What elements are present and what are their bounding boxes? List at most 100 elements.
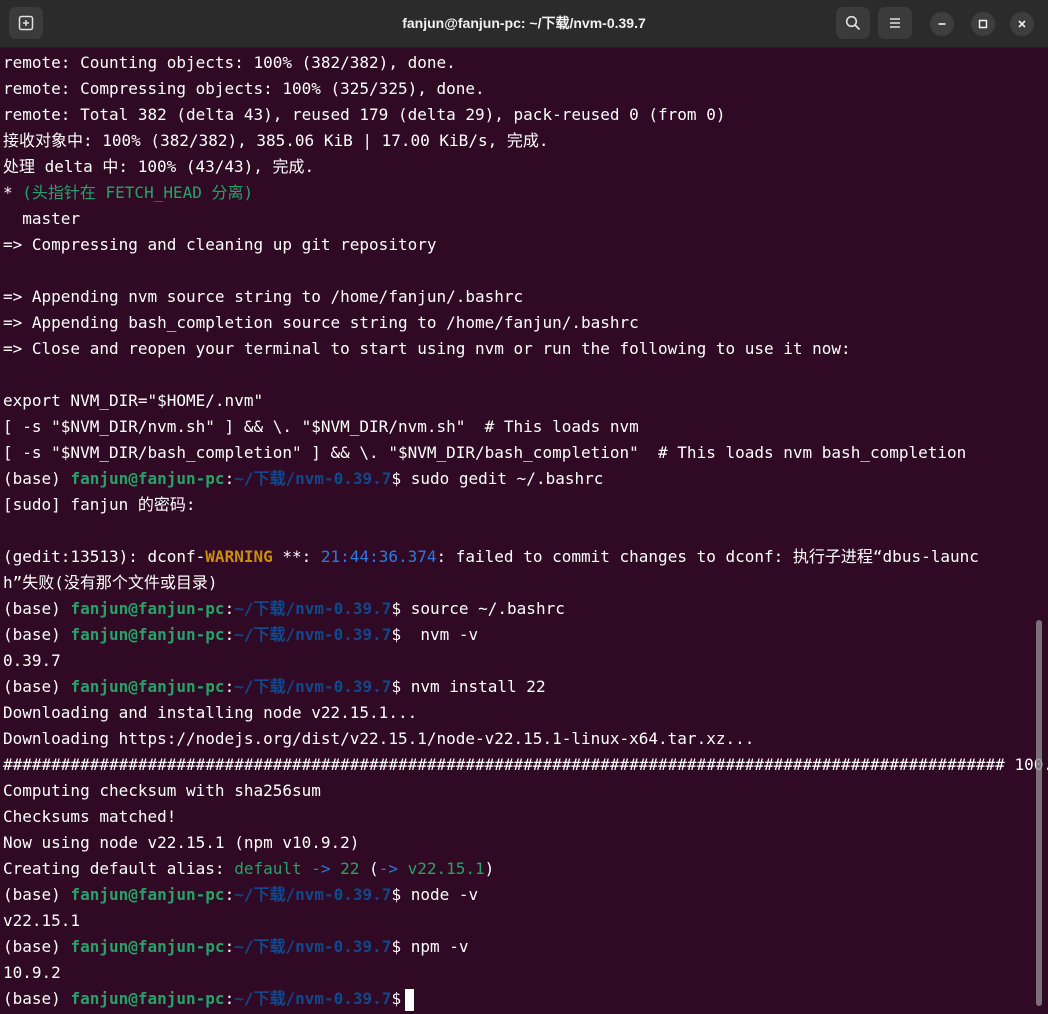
alias-prefix: Creating default alias:: [3, 859, 235, 878]
download-progress-line: ########################################…: [3, 755, 1048, 774]
output-line: Downloading and installing node v22.15.1…: [3, 703, 418, 722]
output-line: * (头指针在 FETCH_HEAD 分离): [3, 180, 253, 206]
command-text: npm -v: [401, 937, 469, 956]
alias-arrow: ->: [301, 859, 341, 878]
prompt-path: ~/下载/nvm-0.39.7: [234, 885, 392, 904]
prompt-path: ~/下载/nvm-0.39.7: [234, 599, 392, 618]
close-button[interactable]: [1010, 12, 1034, 36]
output-line: => Close and reopen your terminal to sta…: [3, 339, 851, 358]
prompt-path: ~/下载/nvm-0.39.7: [234, 937, 392, 956]
output-line: (gedit:13513): dconf-WARNING **: 21:44:3…: [3, 544, 979, 570]
search-icon: [845, 15, 861, 31]
detached-head-text: (头指针在 FETCH_HEAD 分离): [22, 183, 254, 202]
prompt-line: (base) fanjun@fanjun-pc:~/下载/nvm-0.39.7$…: [3, 882, 478, 908]
output-line: => Appending nvm source string to /home/…: [3, 287, 524, 306]
output-line: export NVM_DIR="$HOME/.nvm": [3, 391, 264, 410]
output-line: 0.39.7: [3, 651, 61, 670]
output-line: remote: Counting objects: 100% (382/382)…: [3, 53, 456, 72]
output-line: h”失败(没有那个文件或目录): [3, 573, 218, 592]
prompt-user-host: fanjun@fanjun-pc: [70, 989, 225, 1008]
output-line: => Appending bash_completion source stri…: [3, 313, 639, 332]
prompt-env: (base): [3, 599, 71, 618]
titlebar[interactable]: fanjun@fanjun-pc: ~/下载/nvm-0.39.7: [0, 0, 1048, 48]
prompt-path: ~/下载/nvm-0.39.7: [234, 989, 392, 1008]
output-line: Creating default alias: default -> 22 (-…: [3, 856, 494, 882]
prompt-colon: :: [224, 989, 235, 1008]
prompt-env: (base): [3, 677, 71, 696]
prompt-dollar: $: [391, 599, 402, 618]
prompt-env: (base): [3, 885, 71, 904]
terminal-output[interactable]: remote: Counting objects: 100% (382/382)…: [0, 48, 1048, 1014]
command-text: source ~/.bashrc: [401, 599, 565, 618]
warning-label: WARNING: [205, 547, 273, 566]
prompt-user-host: fanjun@fanjun-pc: [70, 885, 225, 904]
menu-button[interactable]: [878, 7, 912, 39]
output-line: Now using node v22.15.1 (npm v10.9.2): [3, 833, 360, 852]
prompt-env: (base): [3, 989, 71, 1008]
prompt-dollar: $: [391, 937, 402, 956]
prompt-dollar: $: [391, 677, 402, 696]
output-line: remote: Compressing objects: 100% (325/3…: [3, 79, 485, 98]
prompt-env: (base): [3, 625, 71, 644]
minimize-button[interactable]: [930, 12, 954, 36]
hamburger-menu-icon: [890, 18, 900, 28]
prompt-dollar: $: [391, 989, 402, 1008]
prompt-path: ~/下载/nvm-0.39.7: [234, 677, 392, 696]
command-text: nvm install 22: [401, 677, 546, 696]
prompt-colon: :: [224, 677, 235, 696]
output-line: 10.9.2: [3, 963, 61, 982]
prompt-user-host: fanjun@fanjun-pc: [70, 625, 225, 644]
text-cursor[interactable]: [405, 988, 415, 1011]
warning-stars: **:: [272, 547, 321, 566]
alias-paren-open: (: [359, 859, 379, 878]
output-line: 接收对象中: 100% (382/382), 385.06 KiB | 17.0…: [3, 131, 549, 150]
terminal-scrollbar[interactable]: [1036, 620, 1042, 1006]
maximize-button[interactable]: [971, 12, 995, 36]
prompt-env: (base): [3, 937, 71, 956]
output-line: Checksums matched!: [3, 807, 177, 826]
prompt-line: (base) fanjun@fanjun-pc:~/下载/nvm-0.39.7$…: [3, 596, 565, 622]
prompt-dollar: $: [391, 625, 402, 644]
close-icon: [1018, 20, 1026, 28]
command-text: sudo gedit ~/.bashrc: [401, 469, 604, 488]
prompt-env: (base): [3, 469, 71, 488]
maximize-icon: [978, 19, 988, 29]
minimize-icon: [938, 23, 946, 25]
command-text: nvm -v: [401, 625, 479, 644]
alias-arrow2: ->: [378, 859, 408, 878]
terminal-window: fanjun@fanjun-pc: ~/下载/nvm-0.39.7 remote…: [0, 0, 1048, 1014]
output-line: [ -s "$NVM_DIR/nvm.sh" ] && \. "$NVM_DIR…: [3, 417, 639, 436]
branch-star: *: [3, 183, 23, 202]
output-line: master: [3, 209, 81, 228]
output-line: 处理 delta 中: 100% (43/43), 完成.: [3, 157, 315, 176]
output-line: [ -s "$NVM_DIR/bash_completion" ] && \. …: [3, 443, 967, 462]
prompt-path: ~/下载/nvm-0.39.7: [234, 469, 392, 488]
output-line: Computing checksum with sha256sum: [3, 781, 321, 800]
warning-message: : failed to commit changes to dconf: 执行子…: [436, 547, 979, 566]
active-prompt-line[interactable]: (base) fanjun@fanjun-pc:~/下载/nvm-0.39.7$: [3, 986, 415, 1012]
prompt-path: ~/下载/nvm-0.39.7: [234, 625, 392, 644]
prompt-user-host: fanjun@fanjun-pc: [70, 677, 225, 696]
prompt-colon: :: [224, 625, 235, 644]
prompt-dollar: $: [391, 885, 402, 904]
search-button[interactable]: [836, 7, 870, 39]
prompt-colon: :: [224, 885, 235, 904]
output-line: => Compressing and cleaning up git repos…: [3, 235, 437, 254]
command-text: node -v: [401, 885, 479, 904]
output-line: Downloading https://nodejs.org/dist/v22.…: [3, 729, 755, 748]
prompt-user-host: fanjun@fanjun-pc: [70, 599, 225, 618]
prompt-user-host: fanjun@fanjun-pc: [70, 469, 225, 488]
prompt-line: (base) fanjun@fanjun-pc:~/下载/nvm-0.39.7$…: [3, 466, 603, 492]
prompt-line: (base) fanjun@fanjun-pc:~/下载/nvm-0.39.7$…: [3, 622, 478, 648]
prompt-user-host: fanjun@fanjun-pc: [70, 937, 225, 956]
alias-version: v22.15.1: [407, 859, 485, 878]
alias-target: 22: [340, 859, 360, 878]
prompt-line: (base) fanjun@fanjun-pc:~/下载/nvm-0.39.7$…: [3, 674, 546, 700]
output-line: remote: Total 382 (delta 43), reused 179…: [3, 105, 726, 124]
warning-prefix: (gedit:13513): dconf-: [3, 547, 206, 566]
output-line: [sudo] fanjun 的密码:: [3, 495, 196, 514]
prompt-dollar: $: [391, 469, 402, 488]
warning-time: 21:44:36.374: [320, 547, 437, 566]
output-line: v22.15.1: [3, 911, 81, 930]
prompt-line: (base) fanjun@fanjun-pc:~/下载/nvm-0.39.7$…: [3, 934, 469, 960]
